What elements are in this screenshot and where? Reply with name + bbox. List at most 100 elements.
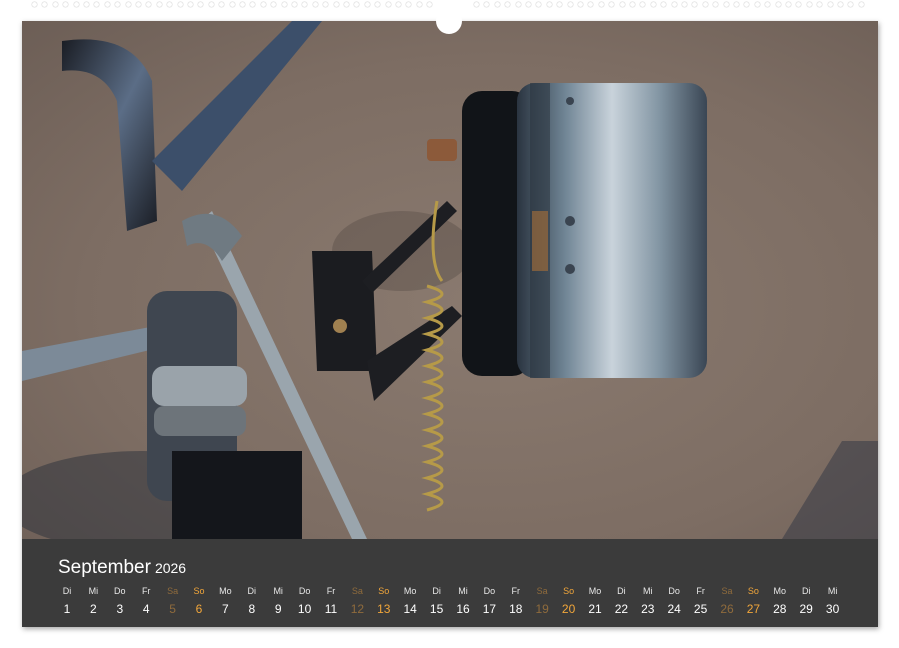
binding-hole bbox=[588, 2, 594, 7]
day-number: 13 bbox=[377, 602, 391, 616]
day-cell: Mo 28 bbox=[767, 585, 793, 616]
day-cell: Sa 19 bbox=[529, 585, 555, 616]
weekday-label: Fr bbox=[696, 586, 705, 596]
day-number: 22 bbox=[614, 602, 629, 616]
weekday-label: So bbox=[563, 586, 575, 596]
binding-hole bbox=[723, 2, 729, 7]
bicycle-lamp-photo bbox=[22, 21, 878, 539]
day-cell: Di 29 bbox=[793, 585, 819, 616]
binding-hole bbox=[786, 2, 791, 7]
binding-hole bbox=[354, 2, 360, 7]
day-number: 20 bbox=[561, 602, 576, 616]
binding-hole bbox=[775, 2, 781, 7]
binding-hole bbox=[344, 2, 349, 7]
weekday-label: Di bbox=[247, 586, 257, 596]
binding-hole bbox=[323, 2, 329, 7]
day-cell: Do 10 bbox=[292, 585, 318, 616]
binding-hole bbox=[744, 2, 750, 7]
weekday-label: Mi bbox=[827, 586, 838, 596]
day-number: 3 bbox=[116, 602, 124, 616]
day-cell: Do 17 bbox=[476, 585, 502, 616]
binding-hole bbox=[146, 2, 152, 7]
day-number: 30 bbox=[825, 602, 840, 616]
binding-hole bbox=[474, 2, 479, 7]
binding-hole bbox=[702, 2, 708, 7]
hanger-hole bbox=[436, 8, 462, 34]
binding-hole bbox=[94, 2, 100, 7]
month-name: September bbox=[58, 557, 151, 578]
day-cell: Fr 4 bbox=[133, 585, 159, 616]
weekday-label: Sa bbox=[351, 586, 363, 596]
binding-hole bbox=[682, 2, 687, 7]
binding-hole bbox=[364, 2, 370, 7]
binding-hole bbox=[765, 2, 771, 7]
day-grid: Di 1 Mi 2 Do 3 Fr 4 Sa 5 So 6 Mo 7 Di 8 Mi 9 Do 10 Fr 11 Sa 12 S… bbox=[54, 585, 854, 625]
day-number: 1 bbox=[63, 602, 71, 616]
day-number: 18 bbox=[509, 602, 523, 616]
binding-hole bbox=[42, 2, 48, 7]
weekday-label: So bbox=[378, 586, 390, 596]
weekday-label: Mo bbox=[219, 586, 232, 596]
day-cell: Di 22 bbox=[608, 585, 634, 616]
day-number: 9 bbox=[274, 602, 282, 616]
day-cell: Fr 18 bbox=[503, 585, 529, 616]
day-number: 21 bbox=[588, 602, 602, 616]
binding-hole bbox=[260, 2, 266, 7]
weekday-label: Mi bbox=[458, 586, 468, 596]
binding-hole bbox=[827, 2, 833, 7]
binding-hole bbox=[578, 2, 583, 7]
binding-hole bbox=[848, 2, 854, 7]
day-number: 19 bbox=[535, 602, 549, 616]
day-number: 27 bbox=[746, 602, 761, 616]
binding-hole bbox=[104, 2, 110, 7]
weekday-label: Do bbox=[298, 586, 311, 596]
day-number: 7 bbox=[222, 602, 229, 616]
binding-hole bbox=[198, 2, 204, 7]
weekday-label: Do bbox=[114, 586, 126, 596]
day-number: 6 bbox=[195, 602, 203, 616]
binding-hole bbox=[177, 2, 183, 7]
day-number: 5 bbox=[169, 602, 176, 616]
binding-hole bbox=[734, 2, 739, 7]
day-number: 26 bbox=[720, 602, 734, 616]
binding-hole bbox=[806, 2, 812, 7]
calendar-page: September 2026 Di 1 Mi 2 Do 3 Fr 4 Sa 5 So 6 Mo 7 Di 8 Mi… bbox=[22, 21, 878, 627]
binding-hole bbox=[312, 2, 318, 7]
weekday-label: Mo bbox=[588, 586, 602, 596]
binding-hole bbox=[167, 2, 173, 7]
binding-hole bbox=[271, 2, 277, 7]
weekday-label: Sa bbox=[721, 586, 733, 596]
day-cell: Mi 9 bbox=[265, 585, 291, 616]
binding-hole bbox=[505, 2, 511, 7]
day-number: 15 bbox=[429, 602, 444, 616]
binding-hole bbox=[515, 2, 521, 7]
weekday-label: Di bbox=[432, 586, 441, 596]
binding-hole bbox=[796, 2, 802, 7]
day-number: 12 bbox=[350, 602, 365, 616]
day-cell: Fr 11 bbox=[318, 585, 344, 616]
weekday-label: Di bbox=[62, 586, 72, 596]
binding-hole bbox=[671, 2, 677, 7]
weekday-label: Fr bbox=[326, 586, 336, 596]
day-number: 29 bbox=[799, 602, 813, 616]
binding-hole bbox=[250, 2, 256, 7]
binding-hole bbox=[115, 2, 121, 7]
weekday-label: Mo bbox=[403, 586, 417, 596]
binding-hole bbox=[208, 2, 214, 7]
weekday-label: Fr bbox=[141, 586, 151, 596]
day-number: 28 bbox=[773, 602, 787, 616]
binding-hole bbox=[661, 2, 667, 7]
binding-hole bbox=[156, 2, 162, 7]
binding-hole bbox=[240, 2, 245, 7]
weekday-label: Sa bbox=[167, 586, 179, 596]
binding-hole bbox=[484, 2, 490, 7]
day-number: 11 bbox=[324, 602, 338, 616]
weekday-label: Mi bbox=[273, 586, 283, 596]
binding-hole bbox=[609, 2, 615, 7]
day-cell: So 27 bbox=[740, 585, 766, 616]
weekday-label: So bbox=[193, 586, 205, 596]
day-cell: Sa 5 bbox=[160, 585, 186, 616]
binding-hole bbox=[136, 2, 141, 7]
day-cell: Mo 14 bbox=[397, 585, 423, 616]
day-cell: Mo 7 bbox=[212, 585, 238, 616]
